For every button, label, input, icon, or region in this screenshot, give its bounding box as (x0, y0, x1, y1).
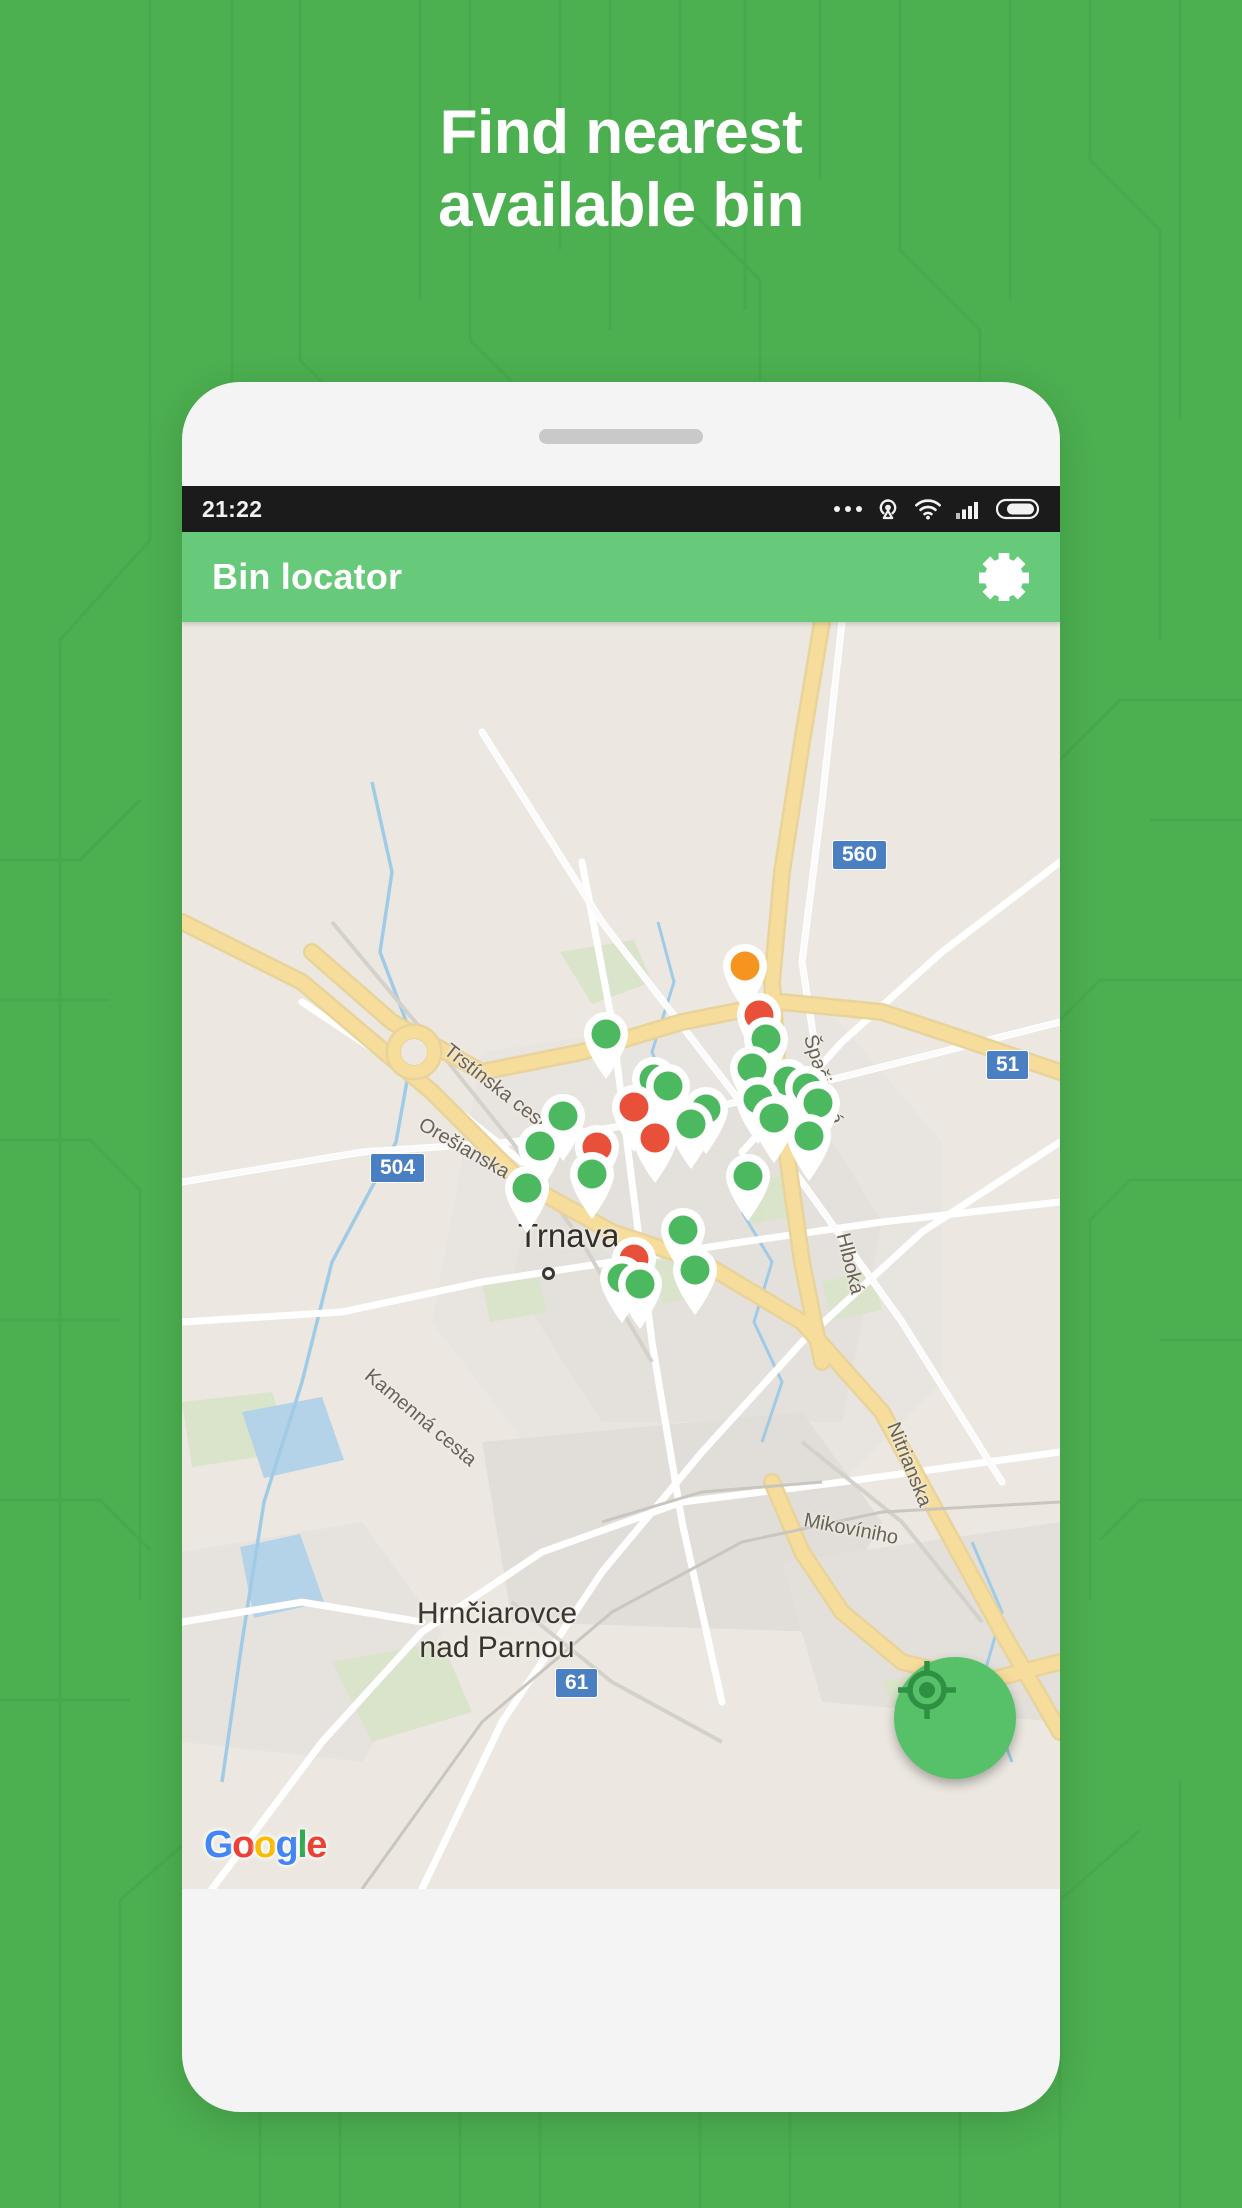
cellular-signal-icon (956, 502, 978, 519)
battery-icon (996, 498, 1040, 520)
bin-pin-full[interactable] (627, 1110, 683, 1184)
phone-screen: 21:22 Bin locator 560 51 504 61 Trstínsk… (182, 486, 1060, 1889)
phone-speaker-grille (539, 429, 703, 444)
bin-pin-available[interactable] (667, 1242, 723, 1316)
bin-pin-available[interactable] (781, 1108, 837, 1182)
google-logo-letter: e (306, 1824, 327, 1866)
gps-location-icon (879, 499, 897, 520)
app-bar: Bin locator (182, 532, 1060, 622)
status-bar: 21:22 (182, 486, 1060, 532)
status-bar-clock: 21:22 (202, 495, 263, 522)
page-title: Bin locator (212, 556, 403, 597)
road-shield: 560 (832, 840, 888, 870)
more-dots-icon (834, 506, 862, 512)
my-location-fab[interactable] (894, 1657, 1016, 1779)
google-logo-letter: o (253, 1824, 277, 1866)
road-shield: 61 (555, 1668, 599, 1698)
promo-stage: Find nearest available bin 21:22 Bin loc… (0, 0, 1242, 2208)
bin-pin-available[interactable] (612, 1256, 668, 1330)
google-logo-letter: G (204, 1824, 234, 1866)
town-label-hrnciarovce: Hrnčiarovce nad Parnou (382, 1597, 612, 1664)
google-logo: Google (204, 1824, 327, 1867)
headline-line-1: Find nearest (439, 98, 803, 167)
google-logo-letter: l (297, 1824, 308, 1866)
google-logo-letter: g (275, 1824, 299, 1866)
bin-pin-available[interactable] (720, 1148, 776, 1222)
my-location-crosshair-icon (898, 1661, 956, 1719)
bin-pin-available[interactable] (564, 1146, 620, 1220)
town-label-line-1: Hrnčiarovce (416, 1597, 578, 1630)
road-shield: 504 (370, 1153, 426, 1183)
bin-pin-available[interactable] (499, 1160, 555, 1234)
headline-line-2: available bin (438, 171, 804, 241)
wifi-icon (915, 499, 941, 520)
google-map[interactable]: 560 51 504 61 Trstínska cesta Orešianska… (182, 622, 1060, 1889)
promo-headline: Find nearest available bin (0, 96, 1242, 242)
gear-icon[interactable] (978, 549, 1030, 606)
road-shield: 51 (986, 1050, 1030, 1080)
phone-mockup: 21:22 Bin locator 560 51 504 61 Trstínsk… (182, 382, 1060, 2112)
town-label-line-2: nad Parnou (419, 1630, 575, 1664)
city-center-dot (542, 1267, 555, 1280)
google-logo-letter: o (232, 1824, 255, 1866)
